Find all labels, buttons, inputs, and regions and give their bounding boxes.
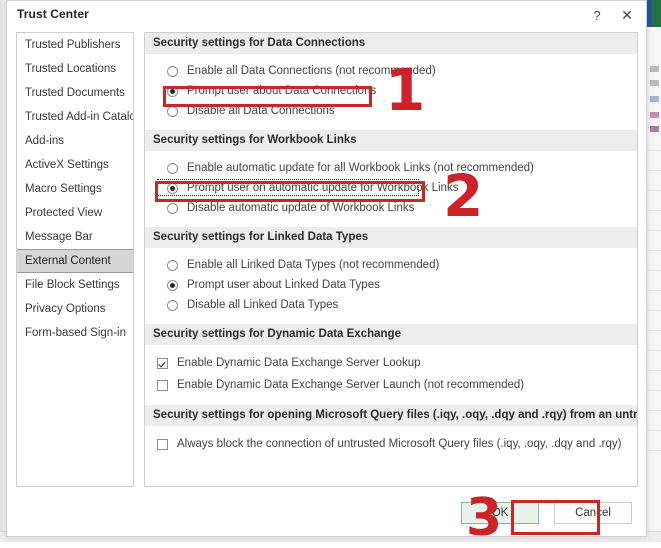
- sidebar-item-trusted-documents[interactable]: Trusted Documents: [17, 81, 133, 105]
- radio-row[interactable]: Prompt user about Linked Data Types: [145, 275, 637, 295]
- sidebar-item-add-ins[interactable]: Add-ins: [17, 129, 133, 153]
- option-label: Prompt user about Data Connections: [187, 84, 377, 97]
- radio-row[interactable]: Prompt user on automatic update for Work…: [145, 178, 637, 198]
- background-ribbon-icon: [650, 66, 659, 72]
- radio-button-icon[interactable]: [167, 202, 178, 214]
- close-icon[interactable]: ✕: [614, 3, 640, 27]
- background-gridline: [647, 410, 661, 411]
- ok-button[interactable]: OK: [461, 502, 539, 524]
- dialog-titlebar: Trust Center ? ✕: [7, 1, 646, 30]
- option-label: Prompt user about Linked Data Types: [187, 278, 380, 291]
- radio-row[interactable]: Disable all Linked Data Types: [145, 295, 637, 315]
- background-gridline: [647, 230, 661, 231]
- settings-pane[interactable]: Security settings for Data Connections En…: [144, 32, 638, 487]
- radio-row[interactable]: Prompt user about Data Connections: [145, 81, 637, 101]
- settings-section: Security settings for Data Connections En…: [145, 33, 637, 130]
- background-gridline: [647, 330, 661, 331]
- radio-button-icon[interactable]: [167, 85, 178, 97]
- sidebar-item-protected-view[interactable]: Protected View: [17, 201, 133, 225]
- section-header: Security settings for Data Connections: [145, 33, 637, 54]
- option-label: Enable all Data Connections (not recomme…: [187, 64, 436, 77]
- sidebar-item-trusted-publishers[interactable]: Trusted Publishers: [17, 33, 133, 57]
- background-gridline: [647, 350, 661, 351]
- section-header: Security settings for Dynamic Data Excha…: [145, 324, 637, 345]
- dialog-footer: OK Cancel: [7, 492, 646, 536]
- background-gridline: [647, 390, 661, 391]
- background-ribbon-accent-green: [652, 0, 661, 27]
- sidebar-item-form-based-sign-in[interactable]: Form-based Sign-in: [17, 321, 133, 345]
- background-gridline: [647, 170, 661, 171]
- background-ribbon-icon: [650, 112, 659, 118]
- option-label: Prompt user on automatic update for Work…: [187, 181, 459, 194]
- option-label: Enable all Linked Data Types (not recomm…: [187, 258, 440, 271]
- option-label: Disable all Linked Data Types: [187, 298, 339, 311]
- section-header: Security settings for Linked Data Types: [145, 227, 637, 248]
- sidebar-item-activex-settings[interactable]: ActiveX Settings: [17, 153, 133, 177]
- background-gridline: [647, 150, 661, 151]
- option-label: Enable Dynamic Data Exchange Server Laun…: [177, 378, 525, 391]
- checkbox-row[interactable]: Enable Dynamic Data Exchange Server Look…: [145, 352, 637, 374]
- settings-section: Security settings for Dynamic Data Excha…: [145, 324, 637, 405]
- radio-row[interactable]: Disable all Data Connections: [145, 101, 637, 121]
- section-header: Security settings for Workbook Links: [145, 130, 637, 151]
- background-ribbon-icon: [650, 96, 659, 102]
- sidebar-item-external-content[interactable]: External Content: [17, 249, 133, 273]
- settings-section: Security settings for Linked Data Types E…: [145, 227, 637, 324]
- section-options: Enable all Data Connections (not recomme…: [145, 54, 637, 130]
- radio-row[interactable]: Disable automatic update of Workbook Lin…: [145, 198, 637, 218]
- option-label: Enable automatic update for all Workbook…: [187, 161, 534, 174]
- sidebar-item-privacy-options[interactable]: Privacy Options: [17, 297, 133, 321]
- trust-center-dialog: Trust Center ? ✕ Trusted Publishers Trust…: [6, 0, 647, 537]
- radio-button-icon[interactable]: [167, 65, 178, 77]
- sidebar-item-file-block-settings[interactable]: File Block Settings: [17, 273, 133, 297]
- dialog-title: Trust Center: [17, 7, 89, 21]
- checkbox-icon[interactable]: [157, 357, 168, 369]
- radio-button-icon[interactable]: [167, 259, 178, 271]
- sidebar-item-message-bar[interactable]: Message Bar: [17, 225, 133, 249]
- category-list[interactable]: Trusted Publishers Trusted Locations Trust…: [16, 32, 134, 487]
- radio-button-icon[interactable]: [167, 279, 178, 291]
- radio-row[interactable]: Enable all Linked Data Types (not recomm…: [145, 255, 637, 275]
- checkbox-row[interactable]: Always block the connection of untrusted…: [145, 433, 637, 455]
- sidebar-item-macro-settings[interactable]: Macro Settings: [17, 177, 133, 201]
- background-gridline: [647, 370, 661, 371]
- settings-section: Security settings for opening Microsoft …: [145, 405, 637, 464]
- background-gridline: [647, 190, 661, 191]
- checkbox-row[interactable]: Enable Dynamic Data Exchange Server Laun…: [145, 374, 637, 396]
- option-label: Always block the connection of untrusted…: [177, 437, 622, 450]
- background-ribbon-accent-blue: [647, 0, 652, 27]
- background-gridline: [647, 290, 661, 291]
- background-gridline: [647, 250, 661, 251]
- background-gridline: [647, 430, 661, 431]
- option-label: Enable Dynamic Data Exchange Server Look…: [177, 356, 421, 369]
- section-header: Security settings for opening Microsoft …: [145, 405, 637, 426]
- settings-section: Security settings for Workbook Links Enab…: [145, 130, 637, 227]
- background-gridline: [647, 310, 661, 311]
- dialog-body: Trusted Publishers Trusted Locations Trust…: [7, 29, 646, 494]
- sidebar-item-trusted-add-in-catalogs[interactable]: Trusted Add-in Catalogs: [17, 105, 133, 129]
- help-icon[interactable]: ?: [584, 3, 610, 27]
- radio-button-icon[interactable]: [167, 182, 178, 194]
- radio-button-icon[interactable]: [167, 105, 178, 117]
- background-gridline: [647, 450, 661, 451]
- background-gridline: [647, 270, 661, 271]
- section-options: Always block the connection of untrusted…: [145, 426, 637, 464]
- section-options: Enable all Linked Data Types (not recomm…: [145, 248, 637, 324]
- option-label: Disable automatic update of Workbook Lin…: [187, 201, 415, 214]
- background-ribbon-icon: [650, 126, 659, 132]
- radio-button-icon[interactable]: [167, 162, 178, 174]
- checkbox-icon[interactable]: [157, 379, 168, 391]
- section-options: Enable automatic update for all Workbook…: [145, 151, 637, 227]
- cancel-button[interactable]: Cancel: [554, 502, 632, 524]
- background-gridline: [647, 210, 661, 211]
- section-options: Enable Dynamic Data Exchange Server Look…: [145, 345, 637, 405]
- option-label: Disable all Data Connections: [187, 104, 335, 117]
- sidebar-item-trusted-locations[interactable]: Trusted Locations: [17, 57, 133, 81]
- radio-button-icon[interactable]: [167, 299, 178, 311]
- radio-row[interactable]: Enable all Data Connections (not recomme…: [145, 61, 637, 81]
- background-ribbon-icon: [650, 80, 659, 86]
- radio-row[interactable]: Enable automatic update for all Workbook…: [145, 158, 637, 178]
- checkbox-icon[interactable]: [157, 438, 168, 450]
